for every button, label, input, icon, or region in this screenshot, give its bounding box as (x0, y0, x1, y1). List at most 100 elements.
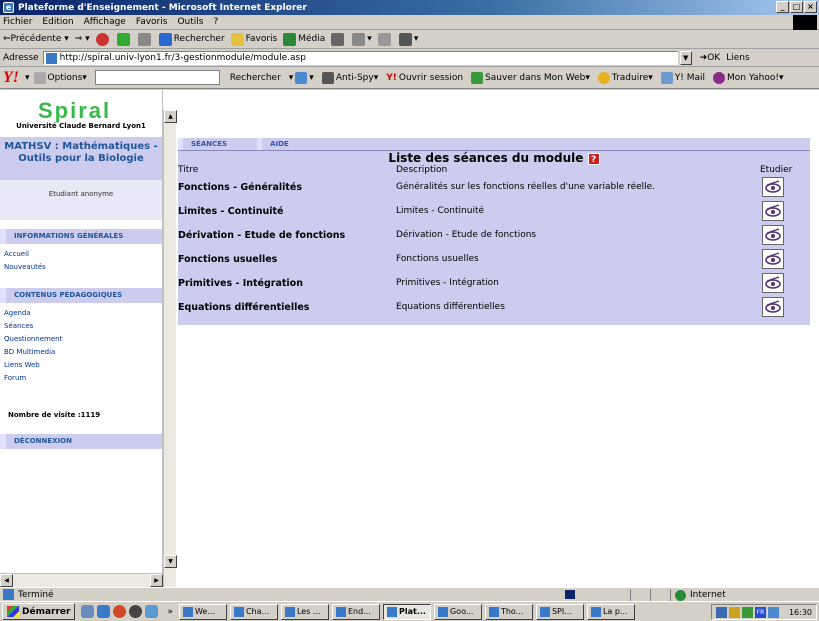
menu-edition[interactable]: Edition (42, 17, 73, 27)
edit-button[interactable]: ▾ (398, 32, 418, 46)
open-session-button[interactable]: Y! Ouvrir session (386, 73, 463, 83)
stop-button[interactable] (95, 32, 111, 46)
page-icon (45, 52, 57, 64)
eye-icon[interactable] (762, 201, 784, 221)
taskbar: Démarrer » We... Cha... Les ... End... P… (0, 601, 819, 621)
links-label[interactable]: Liens (726, 53, 749, 63)
taskbar-task[interactable]: Goo... (433, 603, 482, 620)
nav-link-accueil[interactable]: Accueil (4, 250, 29, 258)
nav-link-bd-multimedia[interactable]: BD Multimedia (4, 348, 55, 356)
session-description: Limites - Continuité (396, 206, 485, 216)
media-label: Média (298, 34, 326, 44)
yahoo-logo[interactable]: Y! (3, 69, 19, 87)
windows-flag-icon (7, 606, 19, 617)
start-button[interactable]: Démarrer (2, 603, 76, 620)
eye-icon[interactable] (762, 297, 784, 317)
scroll-left-button[interactable]: ◀ (0, 574, 13, 587)
mail-button[interactable]: ▾ (352, 32, 372, 46)
yahoo-search-button[interactable]: Rechercher (230, 73, 281, 83)
quicklaunch-ie-icon[interactable] (97, 605, 111, 618)
nav-link-liens-web[interactable]: Liens Web (4, 361, 40, 369)
tray-app-icon[interactable] (728, 606, 740, 618)
eye-icon[interactable] (762, 177, 784, 197)
my-yahoo-icon (713, 71, 726, 84)
maximize-button[interactable]: □ (790, 1, 803, 13)
print-button[interactable] (377, 32, 393, 46)
tray-security-icon[interactable] (741, 606, 753, 618)
yahoo-mail-button[interactable]: Y! Mail (660, 71, 705, 84)
taskbar-task[interactable]: Les ... (280, 603, 329, 620)
nav-link-questionnement[interactable]: Questionnement (4, 335, 62, 343)
refresh-button[interactable] (116, 32, 132, 46)
close-button[interactable]: × (804, 1, 817, 13)
quicklaunch-more-icon[interactable]: » (167, 607, 173, 617)
scroll-right-button[interactable]: ▶ (150, 574, 163, 587)
nav-link-seances[interactable]: Séances (4, 322, 33, 330)
status-text: Terminé (18, 589, 54, 600)
media-button[interactable]: Média (283, 32, 326, 46)
yahoo-search-input[interactable] (94, 70, 220, 85)
tabs-bar: SÉANCES AIDE (178, 138, 810, 150)
scroll-down-button[interactable]: ▼ (164, 555, 177, 568)
taskbar-task[interactable]: Cha... (229, 603, 278, 620)
address-input[interactable]: http://spiral.univ-lyon1.fr/3-gestionmod… (42, 50, 678, 65)
taskbar-task[interactable]: La p... (586, 603, 635, 620)
menu-outils[interactable]: Outils (177, 17, 203, 27)
menu-favoris[interactable]: Favoris (136, 17, 168, 27)
menu-fichier[interactable]: Fichier (3, 17, 32, 27)
left-frame-scrollbar[interactable]: ▲ ▼ (163, 110, 177, 587)
column-header-description: Description (396, 165, 448, 175)
taskbar-task[interactable]: SPI... (535, 603, 584, 620)
task-icon (488, 606, 499, 617)
taskbar-task[interactable]: We... (178, 603, 227, 620)
tray-network-icon[interactable] (715, 606, 727, 618)
help-icon[interactable]: ? (587, 152, 600, 165)
taskbar-task[interactable]: End... (331, 603, 380, 620)
task-label: We... (194, 607, 215, 616)
address-dropdown-button[interactable]: ▼ (679, 50, 692, 65)
home-icon (137, 32, 151, 46)
favorites-button[interactable]: Favoris (230, 32, 277, 46)
logout-link[interactable]: DÉCONNEXION (0, 434, 162, 449)
search-button[interactable]: Rechercher (158, 32, 225, 46)
quicklaunch-firefox-icon[interactable] (113, 605, 127, 618)
mail-icon (660, 71, 673, 84)
my-yahoo-button[interactable]: Mon Yahoo! ▾ (713, 71, 784, 84)
nav-link-forum[interactable]: Forum (4, 374, 26, 382)
eye-icon[interactable] (762, 225, 784, 245)
nav-link-agenda[interactable]: Agenda (4, 309, 31, 317)
eye-icon[interactable] (762, 249, 784, 269)
left-frame-hscrollbar[interactable]: ◀ ▶ (0, 573, 163, 587)
save-web-button[interactable]: Sauver dans Mon Web ▾ (471, 71, 590, 84)
home-button[interactable] (137, 32, 153, 46)
back-button[interactable]: ⇐ Précédente ▾ (3, 34, 69, 44)
session-description: Dérivation - Etude de fonctions (396, 230, 537, 240)
translate-button[interactable]: Traduire ▾ (597, 71, 653, 84)
yahoo-dropdown-button[interactable]: ▾ ▾ (289, 71, 314, 84)
address-url: http://spiral.univ-lyon1.fr/3-gestionmod… (59, 52, 306, 63)
eye-icon[interactable] (762, 273, 784, 293)
forward-button[interactable]: ⇒ ▾ (75, 34, 90, 44)
options-button[interactable]: Options ▾ (33, 71, 87, 84)
taskbar-task-active[interactable]: Plat... (382, 603, 431, 620)
minimize-button[interactable]: _ (776, 1, 789, 13)
tray-messenger-icon[interactable] (767, 606, 779, 618)
quicklaunch-app-icon[interactable] (145, 605, 159, 618)
taskbar-task[interactable]: Tho... (484, 603, 533, 620)
quicklaunch-media-icon[interactable] (129, 605, 143, 618)
tab-aide[interactable]: AIDE (257, 138, 289, 150)
menu-affichage[interactable]: Affichage (84, 17, 126, 27)
spiral-logo[interactable]: Spiral (38, 98, 111, 124)
go-button[interactable]: ➜ OK (700, 53, 721, 63)
menu-help[interactable]: ? (213, 17, 218, 27)
antispy-button[interactable]: Anti-Spy ▾ (321, 71, 378, 84)
tab-seances[interactable]: SÉANCES (178, 138, 227, 150)
tray-language-icon[interactable]: FR (754, 606, 766, 618)
nav-link-nouveautes[interactable]: Nouveautés (4, 263, 46, 271)
task-icon (182, 606, 193, 617)
session-title: Dérivation - Etude de fonctions (178, 230, 346, 241)
left-frame: Spiral Université Claude Bernard Lyon1 M… (0, 90, 163, 573)
history-button[interactable] (331, 32, 346, 46)
quicklaunch-desktop-icon[interactable] (81, 605, 95, 618)
scroll-up-button[interactable]: ▲ (164, 110, 177, 123)
